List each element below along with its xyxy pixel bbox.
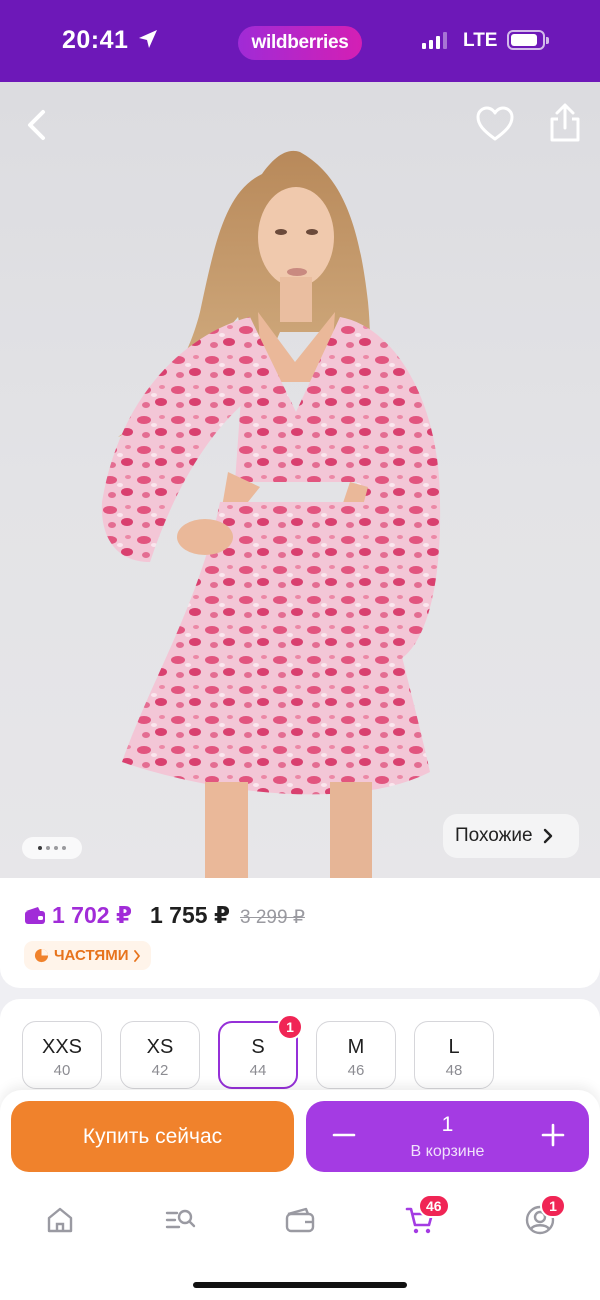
action-bar: Купить сейчас 1 В корзине: [0, 1090, 600, 1186]
product-image-dress: [101, 150, 441, 882]
status-time: 20:41: [62, 26, 129, 54]
size-option-l[interactable]: L 48: [414, 1021, 494, 1089]
tab-catalog[interactable]: [158, 1200, 202, 1240]
size-option-m[interactable]: M 46: [316, 1021, 396, 1089]
wallet-icon: [285, 1207, 315, 1233]
product-photo[interactable]: Похожие: [0, 82, 600, 882]
size-label: M: [347, 1036, 365, 1058]
size-option-xxs[interactable]: XXS 40: [22, 1021, 102, 1089]
carousel-indicator: [22, 837, 82, 859]
carousel-dot: [54, 846, 58, 850]
old-price: 3 299 ₽: [240, 907, 305, 928]
profile-notification-badge: 1: [540, 1194, 566, 1218]
size-ru: 48: [445, 1062, 463, 1079]
cart-quantity-control: 1 В корзине: [306, 1101, 589, 1172]
back-icon[interactable]: [18, 104, 58, 144]
location-arrow-icon: [139, 30, 157, 48]
size-option-s[interactable]: S 44 1: [218, 1014, 303, 1089]
network-type: LTE: [463, 30, 498, 51]
bottom-tab-bar: 46 1: [0, 1184, 600, 1300]
share-icon[interactable]: [546, 102, 584, 144]
price-card: 1 702 ₽ 1 755 ₽ 3 299 ₽ ЧАСТЯМИ: [0, 878, 600, 988]
current-price: 1 755 ₽: [150, 902, 230, 928]
heart-icon[interactable]: [474, 104, 516, 144]
home-indicator: [193, 1282, 407, 1288]
size-option-xs[interactable]: XS 42: [120, 1021, 200, 1089]
tab-home[interactable]: [38, 1200, 82, 1240]
size-ru: 44: [249, 1062, 267, 1079]
cart-count-badge: 46: [418, 1194, 450, 1218]
installments-label: ЧАСТЯМИ: [54, 947, 129, 964]
buy-now-button[interactable]: Купить сейчас: [11, 1101, 294, 1172]
pie-chart-icon: [34, 948, 49, 963]
size-label: S: [251, 1036, 265, 1058]
carousel-dot: [46, 846, 50, 850]
carousel-dot: [62, 846, 66, 850]
status-bar: 20:41 wildberries LTE: [0, 0, 600, 82]
size-label: XXS: [41, 1036, 83, 1058]
chevron-right-icon: [134, 949, 141, 962]
wildberries-pill[interactable]: wildberries: [238, 26, 362, 60]
wallet-price: 1 702 ₽: [52, 902, 132, 928]
tab-profile[interactable]: 1: [518, 1194, 566, 1240]
battery-icon: [507, 30, 549, 50]
tab-wallet[interactable]: [278, 1200, 322, 1240]
similar-button[interactable]: Похожие: [443, 814, 579, 858]
home-icon: [47, 1207, 73, 1233]
size-ru: 46: [347, 1062, 365, 1079]
carousel-dot: [38, 846, 42, 850]
catalog-search-icon: [165, 1209, 196, 1229]
size-label: L: [448, 1036, 460, 1058]
similar-label: Похожие: [455, 825, 533, 846]
size-ru: 42: [151, 1062, 169, 1079]
size-label: XS: [146, 1036, 174, 1058]
size-cart-badge: 1: [277, 1014, 303, 1040]
installments-button[interactable]: ЧАСТЯМИ: [24, 941, 152, 970]
chevron-right-icon: [543, 828, 552, 844]
increase-quantity-button[interactable]: [533, 1115, 573, 1155]
signal-icon: [422, 32, 447, 49]
plus-icon: [541, 1123, 565, 1147]
tab-cart[interactable]: 46: [398, 1194, 450, 1240]
size-ru: 40: [53, 1062, 71, 1079]
wallet-icon: [25, 907, 45, 924]
